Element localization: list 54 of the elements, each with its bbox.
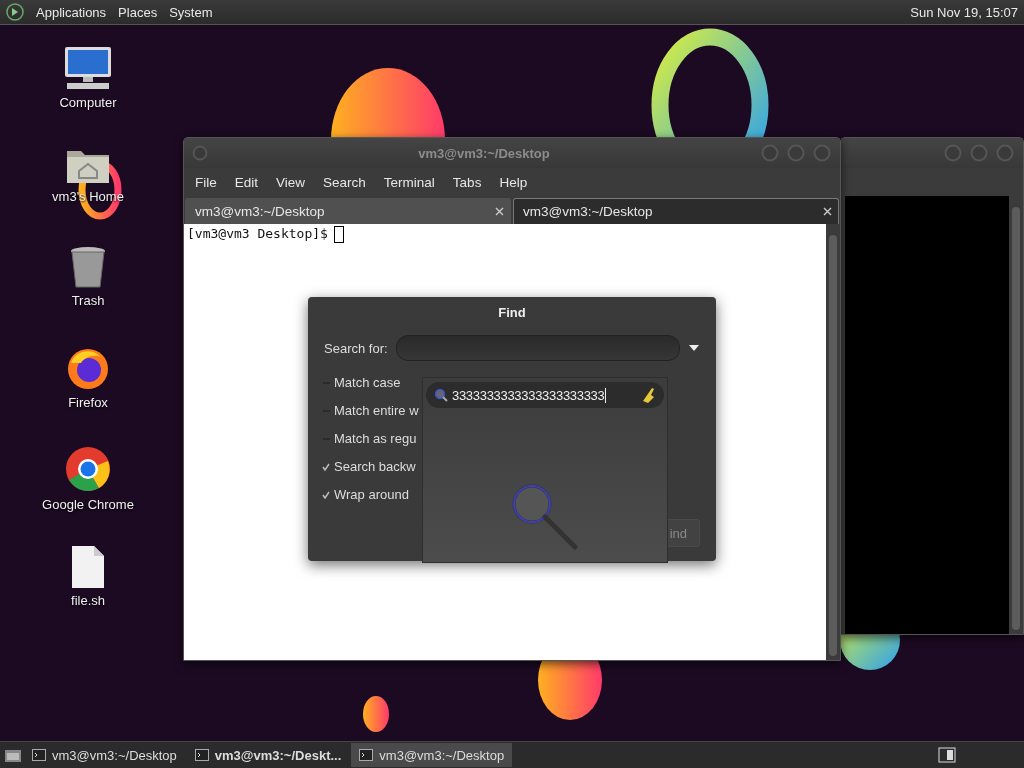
text-cursor [333,226,344,243]
menu-item[interactable]: Search [314,174,375,190]
dropdown-icon[interactable] [688,344,700,352]
scrollbar[interactable] [1009,196,1023,634]
file-icon [71,545,105,589]
checkbox-label: Match as regu [334,431,417,446]
menu-item[interactable]: Terminal [374,174,444,190]
window-title: vm3@vm3:~/Desktop [417,145,551,161]
checkbox[interactable] [322,461,330,472]
checkbox-label: Search backw [334,459,416,474]
terminal-prompt: [vm3@vm3 Desktop]$ [187,226,328,241]
terminal-icon [194,749,209,761]
panel-menu[interactable]: System [169,4,213,20]
menu-item[interactable]: File [186,174,226,190]
trash-icon [69,245,107,289]
logo-icon[interactable] [6,3,24,21]
desktop-icon-label[interactable]: Google Chrome [42,497,134,512]
close-icon[interactable] [495,207,504,216]
desktop-icon-label[interactable]: file.sh [71,593,105,608]
terminal-icon [32,749,46,761]
desktop-icon-label[interactable]: Computer [59,95,117,110]
panel-menu[interactable]: Applications [36,4,107,20]
popup-search-field[interactable]: 3333333333333333333333 [426,382,664,408]
checkbox-label: Match entire w [334,403,419,418]
menu-item[interactable]: View [267,174,315,190]
menu-item[interactable]: Tabs [443,174,491,190]
taskbar-item[interactable]: vm3@vm3:~/Desktop [24,743,185,767]
menu-item[interactable]: Help [490,174,537,190]
panel-menu[interactable]: Places [118,4,158,20]
chrome-icon [64,445,112,493]
scrollbar[interactable] [826,224,840,660]
checkbox-label: Match case [334,375,401,390]
magnifier-icon [510,482,580,552]
clock[interactable]: Sun Nov 19, 15:07 [910,4,1018,20]
dialog-title: Find [497,303,527,322]
terminal-icon [359,749,374,761]
desktop-icon-label[interactable]: Firefox [68,395,108,410]
terminal-tab[interactable]: vm3@vm3:~/Desktop [513,198,839,224]
menu-item[interactable]: Edit [225,174,268,190]
taskbar-item[interactable]: vm3@vm3:~/Deskt... [186,743,350,767]
search-icon [434,388,448,402]
desktop-icon-label[interactable]: Trash [71,293,105,308]
checkbox[interactable] [322,489,330,500]
checkbox-label: Wrap around [334,487,409,502]
workspace-icon[interactable] [938,747,956,763]
show-desktop-icon[interactable] [4,747,22,763]
search-text: 3333333333333333333333 [452,387,607,403]
computer-icon [63,45,113,91]
search-field[interactable] [395,335,680,361]
close-icon[interactable] [823,207,832,216]
field-label: Search for: [324,340,388,356]
terminal-tab[interactable]: vm3@vm3:~/Desktop [185,198,511,224]
taskbar-item[interactable]: vm3@vm3:~/Desktop [351,743,513,767]
broom-icon[interactable] [642,387,656,403]
